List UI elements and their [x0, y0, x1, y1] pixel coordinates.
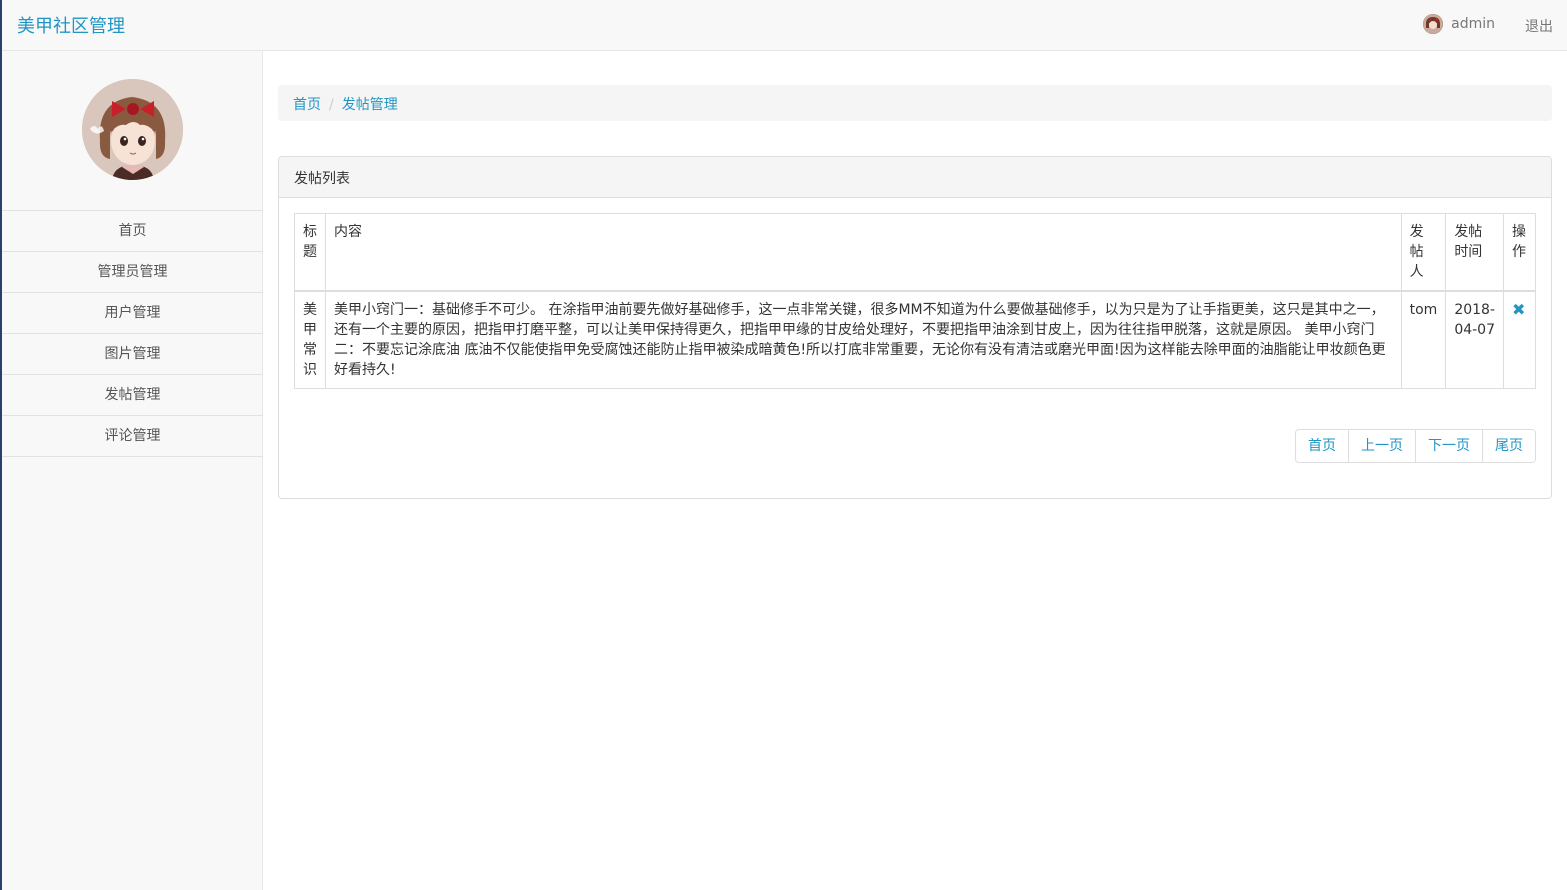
user-avatar-icon: [1423, 14, 1444, 34]
sidebar-item-image-management[interactable]: 图片管理: [2, 334, 263, 375]
cell-action: ✖: [1503, 290, 1536, 389]
post-table: 标题 内容 发帖人 发帖时间 操作 美甲常识 美甲小窍门一：基础修手不可少。 在…: [294, 213, 1536, 389]
pagination: 首页 上一页 下一页 尾页: [1295, 429, 1536, 463]
cell-time: 2018-04-07: [1445, 290, 1504, 389]
cell-content: 美甲小窍门一：基础修手不可少。 在涂指甲油前要先做好基础修手，这一点非常关键，很…: [325, 290, 1402, 389]
logout-link[interactable]: 退出: [1525, 16, 1553, 36]
sidebar-item-user-management[interactable]: 用户管理: [2, 293, 263, 334]
pager-last-button[interactable]: 尾页: [1482, 430, 1535, 462]
username: admin: [1451, 16, 1495, 32]
breadcrumb-current-link[interactable]: 发帖管理: [342, 97, 398, 113]
pager-prev-button[interactable]: 上一页: [1348, 430, 1415, 462]
sidebar-item-home[interactable]: 首页: [2, 211, 263, 252]
header-action: 操作: [1503, 213, 1536, 292]
header-content: 内容: [325, 213, 1402, 292]
top-navbar: 美甲社区管理 admin 退出: [2, 0, 1567, 51]
panel-title: 发帖列表: [279, 157, 1551, 198]
sidebar-item-post-management[interactable]: 发帖管理: [2, 375, 263, 416]
breadcrumb: 首页 / 发帖管理: [278, 85, 1552, 121]
sidebar: 首页 管理员管理 用户管理 图片管理 发帖管理 评论管理: [2, 51, 263, 890]
user-menu[interactable]: admin: [1423, 14, 1495, 34]
profile-avatar: [82, 79, 183, 180]
sidebar-menu: 首页 管理员管理 用户管理 图片管理 发帖管理 评论管理: [2, 210, 263, 457]
pager-first-button[interactable]: 首页: [1296, 430, 1348, 462]
header-author: 发帖人: [1400, 213, 1447, 292]
sidebar-item-admin-management[interactable]: 管理员管理: [2, 252, 263, 293]
header-title: 标题: [294, 213, 326, 292]
pager-next-button[interactable]: 下一页: [1415, 430, 1482, 462]
sidebar-item-comment-management[interactable]: 评论管理: [2, 416, 263, 457]
breadcrumb-separator: /: [329, 97, 334, 113]
brand-title[interactable]: 美甲社区管理: [17, 12, 125, 38]
header-time: 发帖时间: [1445, 213, 1504, 292]
post-list-panel: 发帖列表 标题 内容 发帖人 发帖时间 操作 美甲常识 美甲小窍门一：基础修手不…: [278, 156, 1552, 499]
delete-icon[interactable]: ✖: [1512, 300, 1525, 319]
table-header-row: 标题 内容 发帖人 发帖时间 操作: [294, 213, 1536, 292]
cell-author: tom: [1400, 290, 1447, 389]
cell-title: 美甲常识: [294, 290, 326, 389]
table-row: 美甲常识 美甲小窍门一：基础修手不可少。 在涂指甲油前要先做好基础修手，这一点非…: [294, 290, 1536, 389]
breadcrumb-home-link[interactable]: 首页: [293, 97, 321, 113]
